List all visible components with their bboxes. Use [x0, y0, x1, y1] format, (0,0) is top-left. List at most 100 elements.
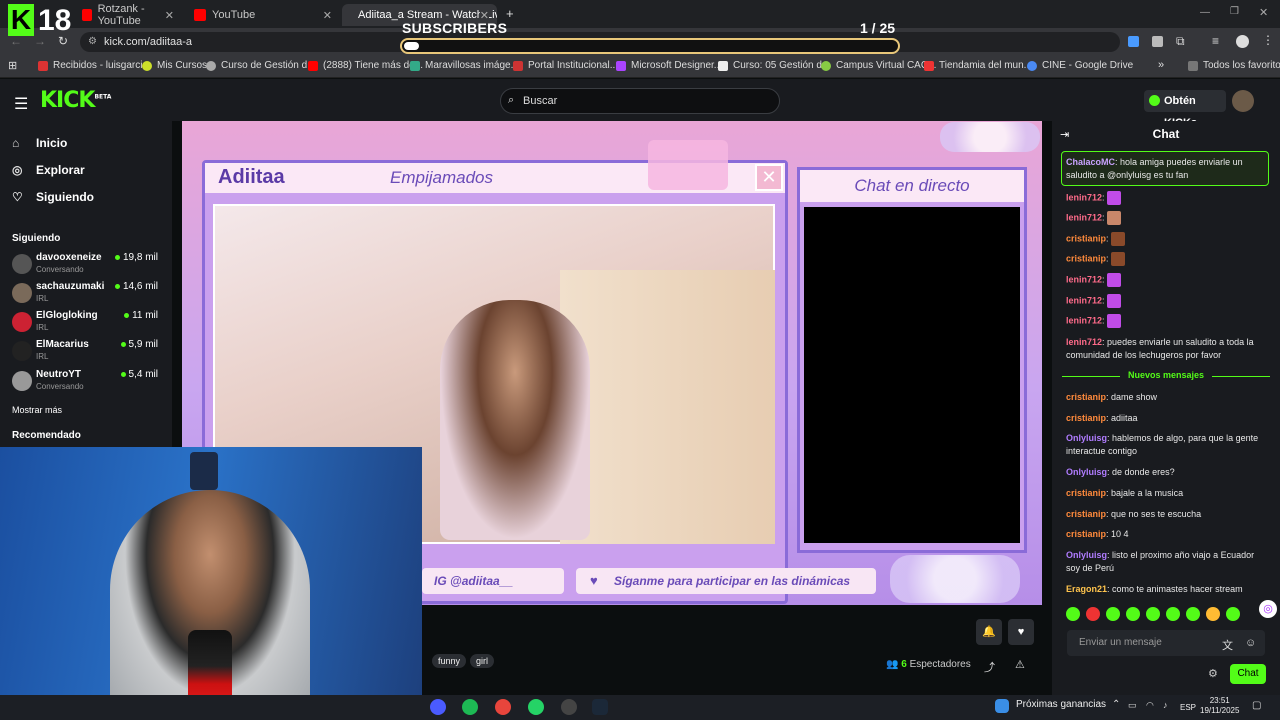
obs-icon[interactable]	[561, 699, 577, 715]
send-chat-button[interactable]: Chat	[1230, 664, 1266, 684]
following-item[interactable]: sachauzumaki IRL 14,6 mil	[12, 279, 162, 307]
nav-inicio[interactable]: ⌂ Inicio	[12, 136, 67, 150]
chat-username[interactable]: cristianip	[1066, 253, 1106, 263]
bookmark-item[interactable]: Campus Virtual CAC...	[821, 60, 936, 71]
show-more-link[interactable]: Mostrar más	[12, 405, 62, 415]
chat-username[interactable]: lenin712	[1066, 315, 1102, 325]
chat-username[interactable]: cristianip	[1066, 392, 1106, 402]
following-item[interactable]: ElGlogloking IRL 11 mil	[12, 308, 162, 336]
emote-icon[interactable]	[1126, 607, 1140, 621]
wifi-icon[interactable]: ◠	[1146, 700, 1154, 711]
close-window-icon[interactable]: ✕	[1259, 6, 1268, 19]
chat-username[interactable]: ChalacoMC	[1066, 157, 1115, 167]
news-widget-icon[interactable]	[995, 699, 1009, 713]
menu-lines-icon[interactable]: ≡	[1212, 34, 1219, 48]
search-input[interactable]: Buscar	[500, 88, 780, 114]
kebab-menu-icon[interactable]: ⋮	[1262, 33, 1274, 47]
tag-funny[interactable]: funny	[432, 654, 467, 668]
emote-icon[interactable]	[1226, 607, 1240, 621]
chat-username[interactable]: cristianip	[1066, 233, 1106, 243]
extension-icon[interactable]	[1128, 36, 1139, 47]
avatar	[12, 371, 32, 391]
spotify-icon[interactable]	[462, 699, 478, 715]
tab-youtube[interactable]: YouTube ✕	[184, 4, 340, 26]
bookmark-item[interactable]: Microsoft Designer...	[616, 60, 722, 71]
bookmark-folder[interactable]: Todos los favoritos	[1188, 60, 1280, 71]
following-item[interactable]: NeutroYT Conversando 5,4 mil	[12, 367, 162, 395]
tab-rotzank[interactable]: Rotzank - YouTube ✕	[72, 3, 182, 27]
extension-icon[interactable]	[1152, 36, 1163, 47]
user-avatar[interactable]	[1232, 90, 1254, 112]
bookmark-item[interactable]: Tiendamia del mun...	[924, 60, 1032, 71]
translate-icon[interactable]: 文	[1222, 637, 1233, 653]
volume-icon[interactable]: ♪	[1163, 700, 1168, 710]
chat-username[interactable]: lenin712	[1066, 192, 1102, 202]
chat-username[interactable]: lenin712	[1066, 295, 1102, 305]
bookmark-item[interactable]: Portal Institucional...	[513, 60, 618, 71]
emote-icon[interactable]	[1206, 607, 1220, 621]
steam-icon[interactable]	[592, 699, 608, 715]
chat-username[interactable]: cristianip	[1066, 529, 1106, 539]
notifications-icon[interactable]: ▢	[1252, 700, 1261, 711]
bookmark-item[interactable]: Curso: 05 Gestión d...	[718, 60, 830, 71]
bookmark-item[interactable]: Mis Cursos	[142, 60, 207, 71]
bookmark-item[interactable]: Recibidos - luisgarci...	[38, 60, 151, 71]
language-indicator[interactable]: ESP	[1180, 703, 1196, 712]
share-icon[interactable]: ⤴	[984, 659, 995, 675]
chat-username[interactable]: Onlyluisg	[1066, 467, 1107, 477]
following-item[interactable]: ElMacarius IRL 5,9 mil	[12, 337, 162, 365]
close-icon[interactable]: ✕	[165, 9, 174, 22]
notification-bell-button[interactable]: 🔔	[976, 619, 1002, 645]
bookmark-item[interactable]: (2888) Tiene más de...	[308, 60, 423, 71]
chat-username[interactable]: Eragon21	[1066, 584, 1107, 594]
nav-siguiendo[interactable]: ♡ Siguiendo	[12, 190, 94, 204]
close-icon[interactable]: ✕	[323, 9, 332, 22]
chat-username[interactable]: Onlyluisg	[1066, 550, 1107, 560]
emote-icon[interactable]	[1186, 607, 1200, 621]
tray-chevron-icon[interactable]: ⌃	[1112, 699, 1120, 710]
minimize-icon[interactable]: —	[1200, 7, 1210, 18]
chat-settings-gear-icon[interactable]: ⚙	[1208, 667, 1218, 680]
bookmark-item[interactable]: Curso de Gestión d...	[206, 60, 316, 71]
chevron-right-icon[interactable]: »	[1158, 59, 1164, 71]
bookmark-item[interactable]: CINE - Google Drive	[1027, 60, 1133, 71]
bookmark-item[interactable]: Maravillosas imáge...	[410, 60, 519, 71]
chat-username[interactable]: cristianip	[1066, 413, 1106, 423]
clock[interactable]: 23:51 19/11/2025	[1200, 696, 1239, 716]
tag-girl[interactable]: girl	[470, 654, 495, 668]
chat-username[interactable]: cristianip	[1066, 509, 1106, 519]
battery-icon[interactable]: ▭	[1128, 700, 1137, 711]
maximize-icon[interactable]: ❐	[1230, 6, 1239, 17]
chat-username[interactable]: Onlyluisg	[1066, 433, 1107, 443]
chat-message-input[interactable]: Enviar un mensaje	[1067, 630, 1265, 656]
following-item[interactable]: davooxeneize Conversando 19,8 mil	[12, 250, 162, 278]
new-tab-icon[interactable]: +	[506, 6, 514, 21]
emote-icon[interactable]	[1146, 607, 1160, 621]
heart-icon: ♡	[12, 190, 23, 204]
stream-info-bar	[422, 605, 1042, 695]
earnings-widget[interactable]: Próximas ganancias	[1016, 699, 1106, 710]
emote-icon[interactable]	[1066, 607, 1080, 621]
site-info-icon[interactable]: ⚙	[88, 36, 97, 47]
hamburger-menu-icon[interactable]: ☰	[14, 94, 28, 114]
subscribers-progress-fill	[404, 42, 419, 50]
emoji-icon[interactable]: ☺	[1245, 637, 1256, 649]
follow-heart-button[interactable]: ♥	[1008, 619, 1034, 645]
ai-extension-icon[interactable]: ◎	[1259, 600, 1277, 618]
profile-icon[interactable]	[1236, 35, 1249, 48]
taskbar-app-icon[interactable]	[430, 699, 446, 715]
apps-grid-icon[interactable]: ⊞	[8, 59, 17, 72]
chat-username[interactable]: lenin712	[1066, 212, 1102, 222]
whatsapp-icon[interactable]	[528, 699, 544, 715]
emote-icon[interactable]	[1086, 607, 1100, 621]
chrome-icon[interactable]	[495, 699, 511, 715]
chat-username[interactable]: cristianip	[1066, 488, 1106, 498]
emote-icon[interactable]	[1166, 607, 1180, 621]
report-icon[interactable]: ⚠	[1015, 658, 1025, 671]
chat-username[interactable]: lenin712	[1066, 274, 1102, 284]
chat-username[interactable]: lenin712	[1066, 337, 1102, 347]
nav-explorar[interactable]: ◎ Explorar	[12, 163, 85, 177]
puzzle-icon[interactable]: ⧉	[1176, 34, 1185, 49]
emote-icon[interactable]	[1106, 607, 1120, 621]
kick-logo[interactable]: KICKBETA	[40, 88, 111, 113]
